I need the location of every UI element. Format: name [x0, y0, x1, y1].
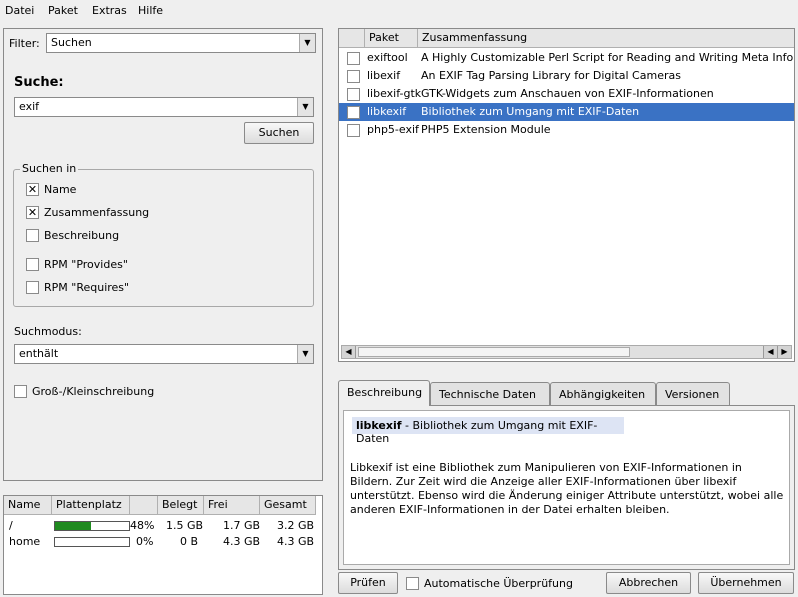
checkbox-name[interactable]: ✕ — [26, 183, 39, 196]
checkbox-requires[interactable] — [26, 281, 39, 294]
description-view: libkexif - Bibliothek zum Umgang mit EXI… — [343, 410, 790, 565]
checkbox-name-label: Name — [44, 183, 77, 196]
disk-col-name[interactable]: Name — [4, 496, 52, 515]
search-input[interactable]: exif ▼ — [14, 97, 314, 117]
disk-col-used[interactable]: Belegt — [158, 496, 204, 515]
checkbox-provides-label: RPM "Provides" — [44, 258, 128, 271]
detail-tabs: Beschreibung Technische Daten Abhängigke… — [338, 380, 795, 406]
table-row[interactable]: home 0% 0 B 4.3 GB 4.3 GB — [4, 533, 322, 551]
search-value: exif — [19, 100, 40, 113]
pkg-col-status[interactable] — [339, 29, 365, 48]
table-row[interactable]: php5-exif PHP5 Extension Module — [339, 121, 794, 139]
menu-hilfe[interactable]: Hilfe — [138, 4, 163, 17]
search-button[interactable]: Suchen — [244, 122, 314, 144]
check-icon: ✕ — [27, 206, 38, 219]
horizontal-scrollbar[interactable]: ◀ ◀ ▶ — [341, 345, 792, 359]
description-panel: libkexif - Bibliothek zum Umgang mit EXI… — [338, 405, 795, 570]
tab-versions[interactable]: Versionen — [656, 382, 730, 406]
chevron-down-icon[interactable]: ▼ — [297, 98, 313, 116]
package-name: libkexif — [367, 105, 407, 118]
package-name: libexif — [367, 69, 401, 82]
scroll-right-icon[interactable]: ▶ — [777, 346, 791, 358]
checkbox-case[interactable] — [14, 385, 27, 398]
chevron-down-icon[interactable]: ▼ — [297, 345, 313, 363]
disk-col-percent[interactable] — [130, 496, 158, 515]
disk-usage-table: Name Plattenplatz Belegt Frei Gesamt / 4… — [3, 495, 323, 595]
package-summary: An EXIF Tag Parsing Library for Digital … — [421, 69, 681, 82]
table-row-selected[interactable]: libkexif Bibliothek zum Umgang mit EXIF-… — [339, 103, 794, 121]
disk-used: 0 B — [180, 535, 199, 548]
disk-usage-bar — [54, 521, 130, 531]
checkbox-summary-label: Zusammenfassung — [44, 206, 150, 219]
scroll-left-icon[interactable]: ◀ — [763, 346, 777, 358]
search-in-group: Suchen in ✕ Name ✕ Zusammenfassung Besch… — [13, 162, 314, 307]
menu-datei[interactable]: Datei — [5, 4, 34, 17]
tab-description[interactable]: Beschreibung — [338, 380, 430, 406]
chevron-down-icon[interactable]: ▼ — [299, 34, 315, 52]
package-summary: Bibliothek zum Umgang mit EXIF-Daten — [421, 105, 640, 118]
description-body: Libkexif ist eine Bibliothek zum Manipul… — [350, 461, 784, 516]
tab-technical[interactable]: Technische Daten — [430, 382, 550, 406]
pkg-col-summary[interactable]: Zusammenfassung — [418, 29, 794, 48]
disk-usage-bar — [54, 537, 130, 547]
menu-extras[interactable]: Extras — [92, 4, 127, 17]
accept-button[interactable]: Übernehmen — [698, 572, 794, 594]
check-icon: ✕ — [27, 183, 38, 196]
package-checkbox[interactable] — [347, 70, 360, 83]
pkg-col-name[interactable]: Paket — [365, 29, 418, 48]
disk-percent: 0% — [136, 535, 154, 548]
menu-paket[interactable]: Paket — [48, 4, 78, 17]
menu-bar: Datei Paket Extras Hilfe — [0, 0, 798, 22]
disk-col-total[interactable]: Gesamt — [260, 496, 316, 515]
filter-value: Suchen — [51, 36, 92, 49]
checkbox-requires-label: RPM "Requires" — [44, 281, 130, 294]
description-package-name: libkexif — [356, 419, 402, 432]
package-checkbox[interactable] — [347, 52, 360, 65]
package-summary: A Highly Customizable Perl Script for Re… — [421, 51, 795, 64]
disk-usage-fill — [55, 522, 91, 530]
mode-label: Suchmodus: — [14, 325, 82, 338]
package-checkbox[interactable] — [347, 106, 360, 119]
package-table: Paket Zusammenfassung exiftool A Highly … — [338, 28, 795, 362]
checkbox-auto-check[interactable] — [406, 577, 419, 590]
disk-name: home — [9, 535, 41, 548]
cancel-button[interactable]: Abbrechen — [606, 572, 691, 594]
table-row[interactable]: libexif-gtk GTK-Widgets zum Anschauen vo… — [339, 85, 794, 103]
package-checkbox[interactable] — [347, 88, 360, 101]
checkbox-case-label: Groß-/Kleinschreibung — [32, 385, 155, 398]
package-summary: PHP5 Extension Module — [421, 123, 551, 136]
search-panel: Filter: Suchen ▼ Suche: exif ▼ Suchen Su… — [3, 28, 323, 481]
auto-check-label: Automatische Überprüfung — [424, 577, 573, 590]
package-checkbox[interactable] — [347, 124, 360, 137]
disk-col-space[interactable]: Plattenplatz — [52, 496, 130, 515]
checkbox-provides[interactable] — [26, 258, 39, 271]
description-header: libkexif - Bibliothek zum Umgang mit EXI… — [352, 417, 624, 445]
scroll-left-icon[interactable]: ◀ — [342, 346, 356, 358]
disk-col-free[interactable]: Frei — [204, 496, 260, 515]
checkbox-description[interactable] — [26, 229, 39, 242]
package-name: libexif-gtk — [367, 87, 422, 100]
mode-select[interactable]: enthält ▼ — [14, 344, 314, 364]
package-name: php5-exif — [367, 123, 419, 136]
mode-value: enthält — [19, 347, 59, 360]
filter-select[interactable]: Suchen ▼ — [46, 33, 316, 53]
search-in-title: Suchen in — [20, 162, 79, 175]
disk-free: 4.3 GB — [223, 535, 261, 548]
checkbox-description-label: Beschreibung — [44, 229, 120, 242]
check-button[interactable]: Prüfen — [338, 572, 398, 594]
tab-dependencies[interactable]: Abhängigkeiten — [550, 382, 656, 406]
disk-total: 4.3 GB — [277, 535, 315, 548]
table-row[interactable]: exiftool A Highly Customizable Perl Scri… — [339, 49, 794, 67]
search-heading: Suche: — [14, 75, 64, 90]
table-row[interactable]: libexif An EXIF Tag Parsing Library for … — [339, 67, 794, 85]
filter-label: Filter: — [9, 37, 40, 50]
package-summary: GTK-Widgets zum Anschauen von EXIF-Infor… — [421, 87, 714, 100]
scrollbar-thumb[interactable] — [358, 347, 630, 357]
checkbox-summary[interactable]: ✕ — [26, 206, 39, 219]
package-name: exiftool — [367, 51, 408, 64]
